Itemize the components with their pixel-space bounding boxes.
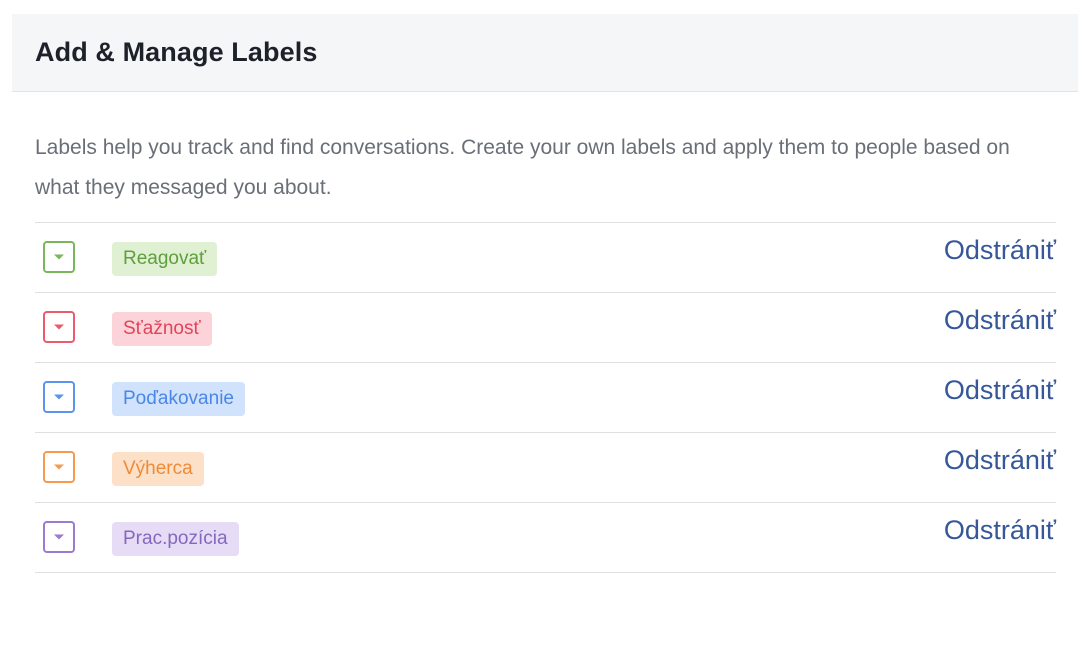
remove-label-link[interactable]: Odstrániť xyxy=(944,515,1056,546)
label-row: Výherca Odstrániť xyxy=(35,433,1056,503)
chevron-down-icon xyxy=(54,254,64,259)
label-color-dropdown[interactable] xyxy=(43,450,75,483)
dialog-title: Add & Manage Labels xyxy=(35,37,318,67)
chevron-down-icon xyxy=(54,324,64,329)
label-color-dropdown[interactable] xyxy=(43,520,75,553)
label-color-dropdown[interactable] xyxy=(43,240,75,273)
label-row: Poďakovanie Odstrániť xyxy=(35,363,1056,433)
remove-label-link[interactable]: Odstrániť xyxy=(944,305,1056,336)
label-row: Prac.pozícia Odstrániť xyxy=(35,503,1056,573)
label-row: Sťažnosť Odstrániť xyxy=(35,293,1056,363)
remove-label-link[interactable]: Odstrániť xyxy=(944,235,1056,266)
label-chip[interactable]: Sťažnosť xyxy=(112,311,212,346)
label-chip[interactable]: Reagovať xyxy=(112,241,218,276)
chevron-down-icon xyxy=(54,464,64,469)
label-chip[interactable]: Prac.pozícia xyxy=(112,521,239,556)
labels-description: Labels help you track and find conversat… xyxy=(35,136,1010,199)
label-color-dropdown[interactable] xyxy=(43,380,75,413)
label-chip[interactable]: Poďakovanie xyxy=(112,381,245,416)
remove-label-link[interactable]: Odstrániť xyxy=(944,375,1056,406)
remove-label-link[interactable]: Odstrániť xyxy=(944,445,1056,476)
chevron-down-icon xyxy=(54,394,64,399)
label-chip[interactable]: Výherca xyxy=(112,451,204,486)
chevron-down-icon xyxy=(54,534,64,539)
manage-labels-dialog: Add & Manage Labels Labels help you trac… xyxy=(12,14,1078,648)
label-list: Reagovať Odstrániť Sťažnosť Odstrániť Po… xyxy=(35,222,1056,573)
label-row: Reagovať Odstrániť xyxy=(35,223,1056,293)
label-color-dropdown[interactable] xyxy=(43,310,75,343)
dialog-header: Add & Manage Labels xyxy=(12,14,1078,92)
